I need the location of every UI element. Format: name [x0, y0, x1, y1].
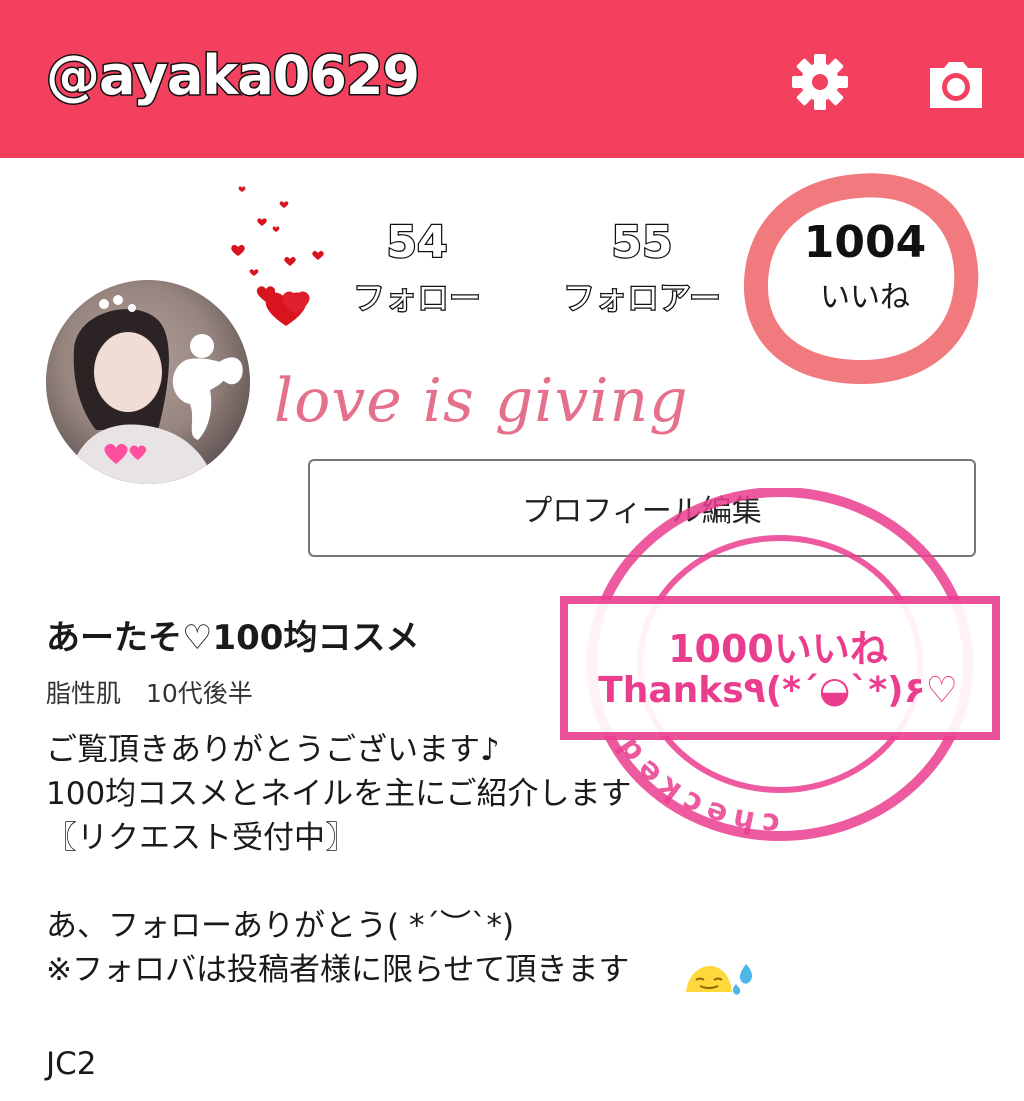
- display-name: あーたそ♡100均コスメ: [46, 618, 420, 658]
- stamp-line2: Thanks٩(*´◒`*)۶♡: [598, 670, 958, 711]
- gear-icon[interactable]: [788, 50, 852, 114]
- avatar-photo: [46, 280, 250, 484]
- stamp-ring-text: checked: [607, 726, 775, 841]
- username: @ayaka0629: [44, 43, 421, 109]
- profile-bio: ご覧頂きありがとうございます♪ 100均コスメとネイルを主にご紹介します 〖リク…: [46, 732, 632, 988]
- follower-stat[interactable]: 55 フォロアー: [552, 216, 732, 319]
- stamp-line1: 1000いいね: [668, 627, 888, 671]
- svg-text:checked: checked: [607, 726, 781, 841]
- emoji-icon: [686, 964, 752, 995]
- follower-count: 55: [610, 216, 674, 269]
- likes-count: 1004: [803, 217, 927, 268]
- motto-text: love is giving: [274, 366, 689, 436]
- likes-label: いいね: [820, 280, 910, 315]
- avatar[interactable]: [46, 280, 250, 484]
- likes-stat[interactable]: 1004 いいね: [790, 218, 940, 318]
- follow-label: フォロー: [352, 278, 483, 319]
- profile-subtitle: 脂性肌 10代後半: [46, 679, 253, 708]
- follow-count: 54: [385, 216, 449, 269]
- profile-footer: JC2: [46, 1046, 97, 1082]
- follow-stat[interactable]: 54 フォロー: [342, 216, 492, 319]
- follower-label: フォロアー: [562, 278, 723, 319]
- app-header: @ayaka0629: [0, 0, 1024, 158]
- camera-icon[interactable]: [924, 52, 988, 116]
